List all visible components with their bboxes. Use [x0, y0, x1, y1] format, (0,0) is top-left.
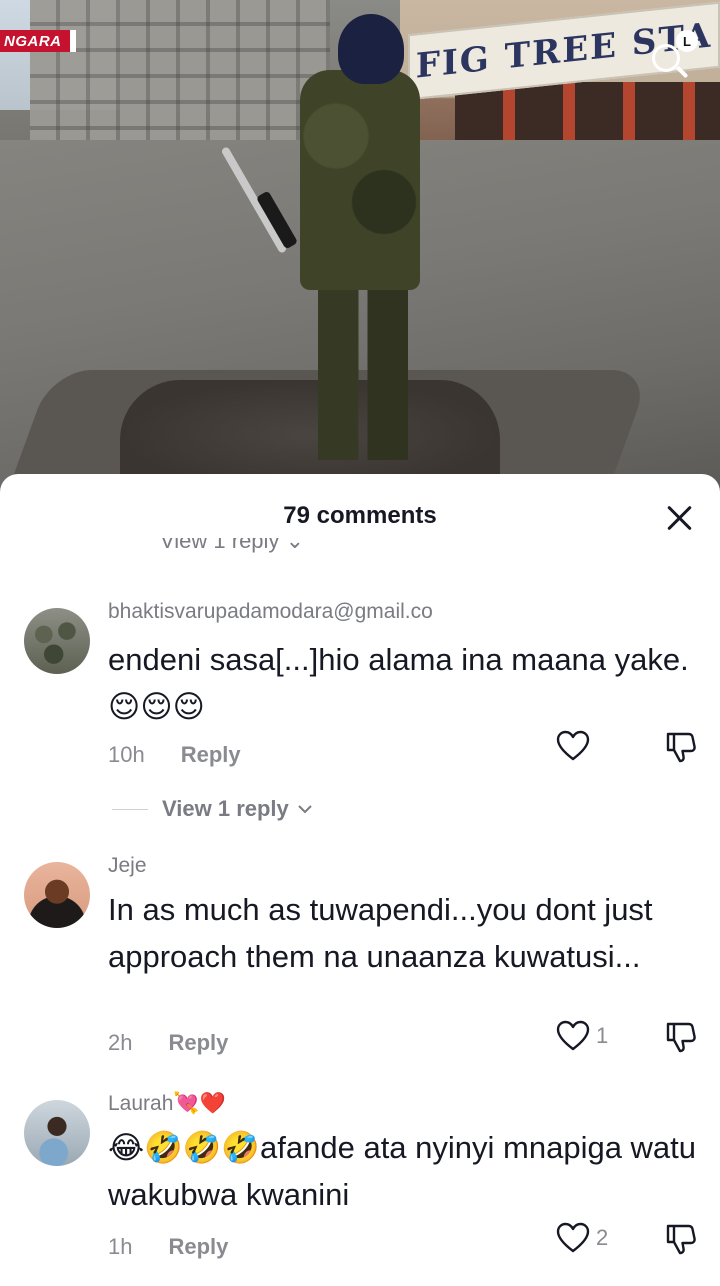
video-officer-body: [300, 70, 420, 290]
comment-text-content: In as much as tuwapendi...you dont just …: [108, 892, 653, 974]
comments-header: 79 comments: [0, 474, 720, 556]
comment-text-content: endeni sasa[...]hio alama ina maana yake…: [108, 642, 689, 724]
comments-title: 79 comments: [283, 502, 437, 529]
avatar[interactable]: [24, 1100, 90, 1166]
thumbs-down-outline-icon: [666, 1022, 696, 1053]
like-count: 2: [596, 1225, 609, 1250]
replies-divider: [112, 808, 148, 810]
dislike-button[interactable]: [664, 1222, 698, 1261]
view-replies-button[interactable]: View 1 reply: [112, 796, 313, 822]
comment-meta: 1h Reply: [108, 1234, 228, 1260]
comments-sheet: 79 comments View 1 reply ⌄ bhaktisvarupa…: [0, 474, 720, 1286]
close-icon[interactable]: [664, 502, 696, 534]
search-button[interactable]: L: [648, 30, 698, 86]
video-officer-helmet: [338, 14, 404, 84]
thumbs-down-outline-icon: [666, 1224, 696, 1255]
comment-text-content: 😂🤣🤣🤣afande ata nyinyi mnapiga watu wakub…: [108, 1130, 697, 1212]
like-count: 1: [596, 1023, 609, 1048]
search-badge: L: [676, 30, 698, 52]
comment-username[interactable]: bhaktisvarupadamodara@gmail.co: [108, 600, 433, 624]
like-button[interactable]: 2: [556, 1222, 608, 1254]
comment-text: In as much as tuwapendi...you dont just …: [108, 886, 708, 980]
comment-time: 10h: [108, 742, 145, 767]
heart-outline-icon: [556, 1020, 590, 1051]
comment-username[interactable]: Jeje: [108, 854, 147, 878]
heart-outline-icon: [556, 730, 590, 761]
comment-meta: 10h Reply: [108, 742, 241, 768]
reply-button[interactable]: Reply: [168, 1030, 228, 1056]
avatar[interactable]: [24, 862, 90, 928]
reply-button[interactable]: Reply: [181, 742, 241, 768]
thumbs-down-outline-icon: [666, 732, 696, 763]
comment-text: 😂🤣🤣🤣afande ata nyinyi mnapiga watu wakub…: [108, 1124, 708, 1218]
like-button[interactable]: 1: [556, 1020, 608, 1052]
reply-button[interactable]: Reply: [168, 1234, 228, 1260]
chevron-down-icon: [298, 805, 312, 814]
dislike-button[interactable]: [664, 1020, 698, 1059]
like-button[interactable]: [556, 730, 590, 762]
comment-meta: 2h Reply: [108, 1030, 228, 1056]
comment-time: 2h: [108, 1030, 133, 1055]
clipped-view-replies[interactable]: View 1 reply ⌄: [160, 538, 304, 562]
clipped-view-replies-label: View 1 reply: [160, 538, 280, 553]
chevron-down-icon: ⌄: [285, 538, 304, 553]
avatar[interactable]: [24, 608, 90, 674]
channel-tag: NGARA: [0, 30, 76, 52]
video-player[interactable]: FIG TREE STA NGARA L: [0, 0, 720, 500]
comment-username[interactable]: Laurah💘❤️: [108, 1092, 226, 1116]
search-icon-handle: [675, 65, 689, 79]
heart-outline-icon: [556, 1222, 590, 1253]
comment-text: endeni sasa[...]hio alama ina maana yake…: [108, 636, 708, 730]
channel-tag-text: NGARA: [4, 32, 62, 50]
video-officer-legs: [318, 280, 408, 460]
view-replies-label: View 1 reply: [162, 796, 289, 821]
video-building-left: [30, 0, 330, 160]
comment-time: 1h: [108, 1234, 133, 1259]
dislike-button[interactable]: [664, 730, 698, 769]
